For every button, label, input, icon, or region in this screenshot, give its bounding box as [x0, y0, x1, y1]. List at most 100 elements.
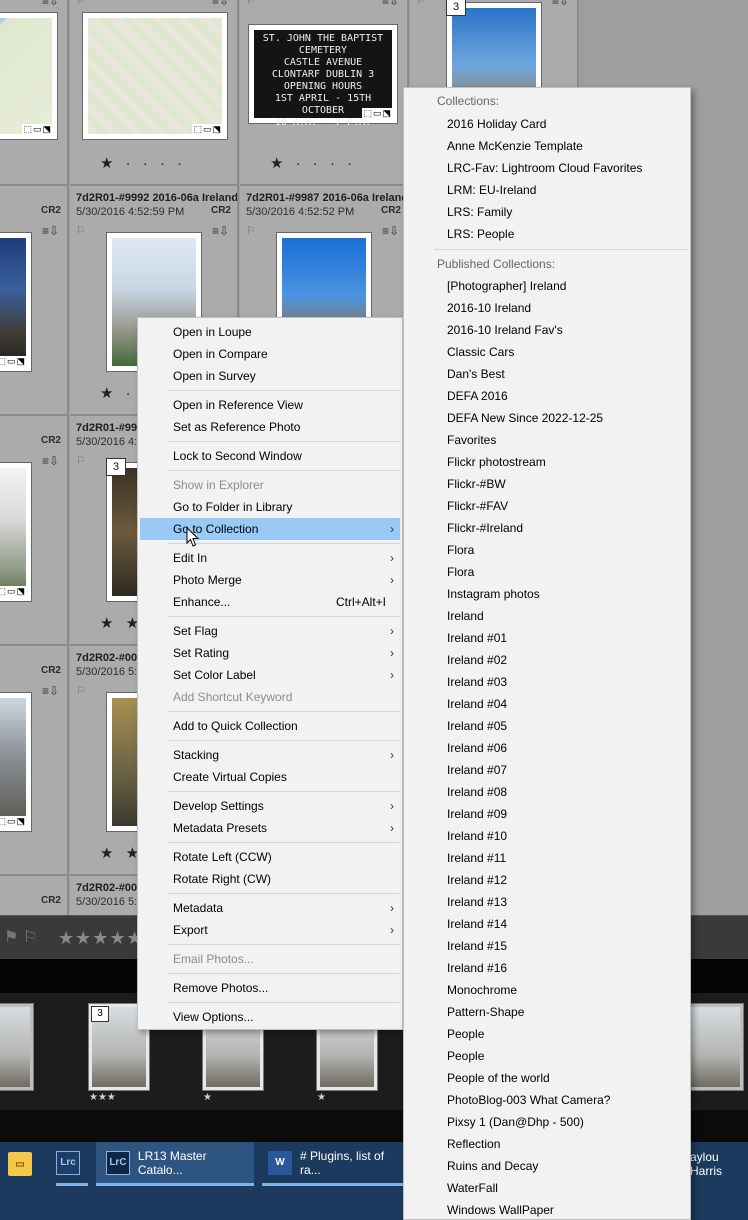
- menu-item-go-to-collection[interactable]: Go to Collection ›: [140, 518, 400, 540]
- taskbar-word-window[interactable]: W # Plugins, list of ra...: [262, 1142, 408, 1186]
- menu-item-view-options[interactable]: View Options...: [140, 1006, 400, 1028]
- published-collection-item[interactable]: DEFA New Since 2022-12-25: [406, 407, 688, 429]
- filmstrip-thumbnail[interactable]: [682, 1003, 744, 1091]
- published-collection-item[interactable]: Ireland #05: [406, 715, 688, 737]
- cell-menu-icon[interactable]: ≡⇩: [382, 224, 399, 238]
- published-collection-item[interactable]: Ireland #01: [406, 627, 688, 649]
- published-collection-item[interactable]: Ireland #06: [406, 737, 688, 759]
- flag-icon[interactable]: ⚐: [76, 454, 86, 467]
- published-collection-item[interactable]: 2016-10 Ireland Fav's: [406, 319, 688, 341]
- published-collection-item[interactable]: Favorites: [406, 429, 688, 451]
- collection-item[interactable]: LRM: EU-Ireland: [406, 179, 688, 201]
- published-collection-item[interactable]: Reflection: [406, 1133, 688, 1155]
- published-collection-item[interactable]: People of the world: [406, 1067, 688, 1089]
- published-collection-item[interactable]: Ireland #14: [406, 913, 688, 935]
- published-collection-item[interactable]: Ireland #08: [406, 781, 688, 803]
- menu-item-develop-settings[interactable]: Develop Settings ›: [140, 795, 400, 817]
- photo-thumbnail[interactable]: ⬚▭⬔: [0, 232, 32, 372]
- photo-thumbnail[interactable]: ⬚▭⬔: [82, 12, 228, 140]
- menu-item-rotate-left-ccw[interactable]: Rotate Left (CCW): [140, 846, 400, 868]
- collection-item[interactable]: Anne McKenzie Template: [406, 135, 688, 157]
- published-collection-item[interactable]: Ireland #02: [406, 649, 688, 671]
- grid-cell[interactable]: ⚐ ≡⇩ ⬚▭⬔ ★ · · · ·: [70, 0, 239, 186]
- menu-item-open-in-compare[interactable]: Open in Compare: [140, 343, 400, 365]
- grid-cell[interactable]: ⚐ ≡⇩ ST. JOHN THE BAPTIST CEMETERY CASTLE AV…: [240, 0, 409, 186]
- published-collection-item[interactable]: [Photographer] Ireland: [406, 275, 688, 297]
- flag-icon[interactable]: ⚐: [76, 0, 86, 7]
- cell-menu-icon[interactable]: ≡⇩: [42, 0, 59, 8]
- filmstrip-thumbnail[interactable]: [0, 1003, 34, 1091]
- stack-count-badge[interactable]: 3: [106, 458, 126, 476]
- cell-menu-icon[interactable]: ≡⇩: [212, 0, 229, 8]
- photo-thumbnail[interactable]: ⬚▭⬔: [0, 12, 58, 140]
- taskbar-lightroom-window[interactable]: LrC LR13 Master Catalo...: [96, 1142, 254, 1186]
- menu-item-set-color-label[interactable]: Set Color Label ›: [140, 664, 400, 686]
- menu-item-rotate-right-cw[interactable]: Rotate Right (CW): [140, 868, 400, 890]
- taskbar-other-window[interactable]: aylou Harris: [690, 1142, 748, 1186]
- menu-item-set-as-reference-photo[interactable]: Set as Reference Photo: [140, 416, 400, 438]
- published-collection-item[interactable]: Monochrome: [406, 979, 688, 1001]
- star-rating[interactable]: ★ ·: [100, 384, 135, 402]
- collection-item[interactable]: LRS: People: [406, 223, 688, 245]
- published-collection-item[interactable]: Flickr-#FAV: [406, 495, 688, 517]
- menu-item-set-flag[interactable]: Set Flag ›: [140, 620, 400, 642]
- published-collection-item[interactable]: 2016-10 Ireland: [406, 297, 688, 319]
- published-collection-item[interactable]: Flickr-#Ireland: [406, 517, 688, 539]
- published-collection-item[interactable]: Ireland #12: [406, 869, 688, 891]
- published-collection-item[interactable]: Ireland #03: [406, 671, 688, 693]
- flag-icon[interactable]: ⚐: [246, 224, 256, 237]
- published-collection-item[interactable]: Ireland #11: [406, 847, 688, 869]
- cell-menu-icon[interactable]: ≡⇩: [382, 0, 399, 8]
- menu-item-remove-photos[interactable]: Remove Photos...: [140, 977, 400, 999]
- taskbar-explorer[interactable]: ▭: [8, 1142, 40, 1186]
- menu-item-enhance[interactable]: Enhance... Ctrl+Alt+I: [140, 591, 400, 613]
- published-collection-item[interactable]: Flora: [406, 561, 688, 583]
- flag-icon[interactable]: ⚐: [76, 684, 86, 697]
- cell-menu-icon[interactable]: ≡⇩: [552, 0, 569, 8]
- menu-item-create-virtual-copies[interactable]: Create Virtual Copies: [140, 766, 400, 788]
- grid-cell[interactable]: 16-06a Irela...MCR2⚐≡⇩⬚▭⬔: [0, 646, 69, 876]
- published-collection-item[interactable]: Flickr-#BW: [406, 473, 688, 495]
- menu-item-go-to-folder-in-library[interactable]: Go to Folder in Library: [140, 496, 400, 518]
- star-rating[interactable]: ★ · · · ·: [100, 154, 186, 172]
- menu-item-export[interactable]: Export ›: [140, 919, 400, 941]
- published-collection-item[interactable]: DEFA 2016: [406, 385, 688, 407]
- cell-menu-icon[interactable]: ≡⇩: [42, 684, 59, 698]
- photo-thumbnail[interactable]: ⬚▭⬔: [0, 462, 32, 602]
- flag-icon[interactable]: ⚐: [416, 0, 426, 7]
- stack-count-badge[interactable]: 3: [446, 0, 466, 16]
- published-collection-item[interactable]: Ireland #16: [406, 957, 688, 979]
- published-collection-item[interactable]: Windows WallPaper: [406, 1199, 688, 1220]
- menu-item-edit-in[interactable]: Edit In ›: [140, 547, 400, 569]
- cell-menu-icon[interactable]: ≡⇩: [42, 224, 59, 238]
- menu-item-metadata[interactable]: Metadata ›: [140, 897, 400, 919]
- cell-menu-icon[interactable]: ≡⇩: [212, 224, 229, 238]
- menu-item-lock-to-second-window[interactable]: Lock to Second Window: [140, 445, 400, 467]
- flag-icon[interactable]: ⚐: [76, 224, 86, 237]
- published-collection-item[interactable]: Ireland #07: [406, 759, 688, 781]
- menu-item-photo-merge[interactable]: Photo Merge ›: [140, 569, 400, 591]
- menu-item-open-in-survey[interactable]: Open in Survey: [140, 365, 400, 387]
- published-collection-item[interactable]: People: [406, 1045, 688, 1067]
- published-collection-item[interactable]: Ireland #04: [406, 693, 688, 715]
- photo-thumbnail[interactable]: ST. JOHN THE BAPTIST CEMETERY CASTLE AVENU…: [248, 24, 398, 128]
- grid-cell[interactable]: 6-06a IrelandMCR2⚐≡⇩: [0, 876, 69, 915]
- published-collection-item[interactable]: Ireland #15: [406, 935, 688, 957]
- collection-item[interactable]: 2016 Holiday Card: [406, 113, 688, 135]
- published-collection-item[interactable]: Flora: [406, 539, 688, 561]
- menu-item-open-in-loupe[interactable]: Open in Loupe: [140, 321, 400, 343]
- published-collection-item[interactable]: PhotoBlog-003 What Camera?: [406, 1089, 688, 1111]
- flag-filter-icons[interactable]: ⚑ ⚐: [4, 927, 37, 947]
- menu-item-set-rating[interactable]: Set Rating ›: [140, 642, 400, 664]
- published-collection-item[interactable]: Classic Cars: [406, 341, 688, 363]
- collection-item[interactable]: LRC-Fav: Lightroom Cloud Favorites: [406, 157, 688, 179]
- published-collection-item[interactable]: Pattern-Shape: [406, 1001, 688, 1023]
- menu-item-stacking[interactable]: Stacking ›: [140, 744, 400, 766]
- menu-item-open-in-reference-view[interactable]: Open in Reference View: [140, 394, 400, 416]
- collection-item[interactable]: LRS: Family: [406, 201, 688, 223]
- published-collection-item[interactable]: Ireland #13: [406, 891, 688, 913]
- published-collection-item[interactable]: Flickr photostream: [406, 451, 688, 473]
- menu-item-metadata-presets[interactable]: Metadata Presets ›: [140, 817, 400, 839]
- published-collection-item[interactable]: Pixsy 1 (Dan@Dhp - 500): [406, 1111, 688, 1133]
- flag-icon[interactable]: ⚐: [246, 0, 256, 7]
